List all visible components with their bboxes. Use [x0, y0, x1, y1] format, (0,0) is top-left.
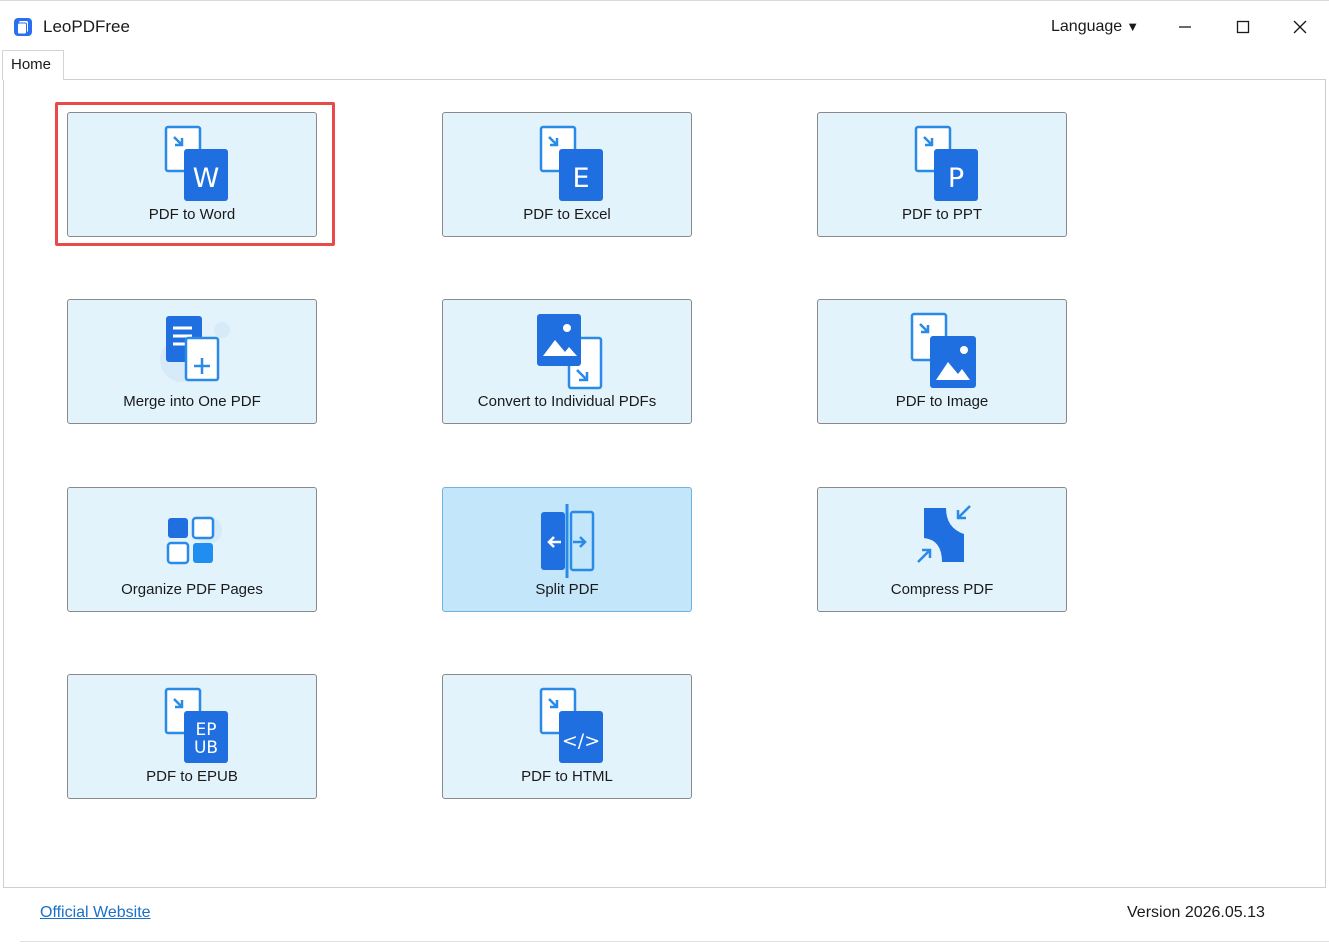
split-pdf-icon	[541, 504, 595, 578]
pdf-to-ppt-button[interactable]: P PDF to PPT	[817, 112, 1067, 237]
tile-label: PDF to EPUB	[146, 768, 238, 785]
tab-home[interactable]: Home	[2, 50, 64, 80]
svg-text:W: W	[193, 163, 220, 194]
organize-pages-button[interactable]: Organize PDF Pages	[67, 487, 317, 612]
compress-pdf-button[interactable]: Compress PDF	[817, 487, 1067, 612]
version-label: Version 2026.05.13	[1127, 904, 1265, 921]
pdf-to-html-button[interactable]: </> PDF to HTML	[442, 674, 692, 799]
minimize-button[interactable]	[1168, 11, 1202, 43]
pdf-to-excel-icon: E	[539, 125, 603, 201]
pdf-to-excel-button[interactable]: E PDF to Excel	[442, 112, 692, 237]
tile-label: Compress PDF	[890, 581, 994, 598]
split-pdf-button[interactable]: Split PDF	[442, 487, 692, 612]
maximize-button[interactable]	[1226, 11, 1260, 43]
close-button[interactable]	[1283, 11, 1317, 43]
title-bar: LeoPDFree Language ▼	[0, 1, 1329, 51]
tile-label: PDF to PPT	[901, 206, 983, 223]
dropdown-arrow-icon: ▼	[1126, 19, 1140, 34]
tile-label: PDF to Excel	[523, 206, 611, 223]
pdf-to-html-icon: </>	[539, 687, 603, 763]
svg-text:</>: </>	[562, 730, 600, 752]
organize-pages-icon	[166, 516, 222, 565]
pdf-to-ppt-icon: P	[914, 125, 978, 201]
maximize-icon	[1236, 20, 1250, 34]
tile-label: PDF to Image	[895, 393, 989, 410]
svg-text:P: P	[948, 163, 964, 194]
compress-pdf-icon	[917, 505, 971, 563]
language-dropdown[interactable]: Language ▼	[1051, 18, 1139, 36]
pdf-to-word-button[interactable]: W PDF to Word	[67, 112, 317, 237]
pdf-to-word-icon: W	[164, 125, 228, 201]
svg-text:EP: EP	[196, 720, 217, 740]
merge-pdf-icon	[160, 316, 230, 382]
close-icon	[1293, 20, 1307, 34]
official-website-link[interactable]: Official Website	[40, 904, 151, 922]
bottom-divider	[20, 941, 1329, 942]
tile-label: PDF to HTML	[521, 768, 613, 785]
tile-label: Split PDF	[535, 581, 599, 598]
pdf-to-image-button[interactable]: PDF to Image	[817, 299, 1067, 424]
tile-label: Organize PDF Pages	[121, 581, 263, 598]
tile-label: Merge into One PDF	[123, 393, 261, 410]
pdf-to-image-icon	[910, 312, 976, 388]
tile-label: Convert to Individual PDFs	[477, 393, 657, 410]
app-window: LeoPDFree Language▼ Home W PDF to Word	[0, 0, 1329, 945]
language-label: Language	[1051, 18, 1123, 35]
convert-individual-pdfs-button[interactable]: Convert to Individual PDFs	[442, 299, 692, 424]
merge-pdf-button[interactable]: Merge into One PDF	[67, 299, 317, 424]
app-logo-icon	[14, 18, 32, 36]
svg-text:UB: UB	[194, 738, 218, 758]
minimize-icon	[1179, 26, 1191, 28]
convert-individual-icon	[537, 314, 603, 390]
svg-text:E: E	[572, 163, 589, 194]
tile-label: PDF to Word	[148, 206, 236, 223]
pdf-to-epub-button[interactable]: EP UB PDF to EPUB	[67, 674, 317, 799]
app-title: LeoPDFree	[43, 17, 130, 36]
pdf-to-epub-icon: EP UB	[164, 687, 228, 763]
